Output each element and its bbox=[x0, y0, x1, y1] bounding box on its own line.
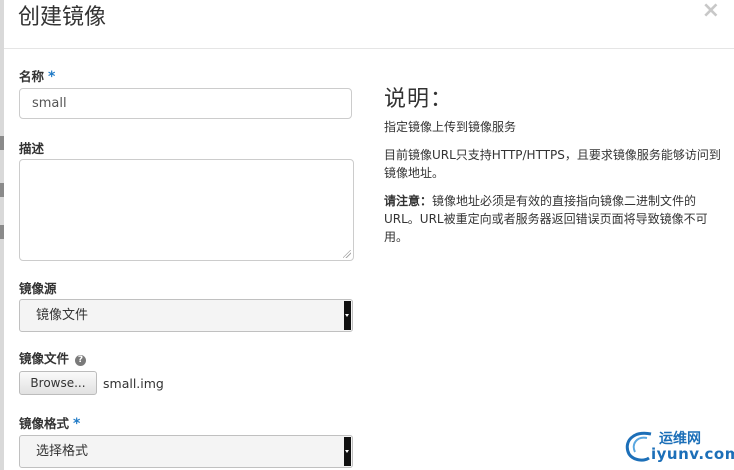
description-text: 指定镜像上传到镜像服务 bbox=[384, 120, 517, 134]
modal-header: 创建镜像 × bbox=[4, 0, 734, 49]
dropdown-arrow-icon bbox=[344, 437, 351, 466]
description-note: 请注意：镜像地址必须是有效的直接指向镜像二进制文件的URL。URL被重定向或者服… bbox=[384, 192, 724, 246]
image-source-select[interactable]: 镜像文件 bbox=[19, 299, 353, 332]
image-format-label: 镜像格式 * bbox=[19, 416, 81, 432]
description-text: 目前镜像URL只支持HTTP/HTTPS，且要求镜像服务能够访问到镜像地址。 bbox=[384, 148, 721, 180]
note-text: 镜像地址必须是有效的直接指向镜像二进制文件的URL。URL被重定向或者服务器返回… bbox=[384, 194, 708, 244]
resize-grip-icon[interactable] bbox=[343, 250, 351, 258]
required-marker: * bbox=[48, 69, 56, 85]
image-source-label: 镜像源 bbox=[19, 281, 57, 296]
modal-title: 创建镜像 bbox=[18, 5, 107, 30]
description-title: 说明： bbox=[384, 87, 454, 112]
description-label: 描述 bbox=[19, 141, 45, 156]
close-icon[interactable]: × bbox=[702, 0, 720, 24]
watermark-domain: iyunv.com bbox=[651, 445, 734, 463]
name-input[interactable] bbox=[19, 88, 352, 119]
background-edge-mark bbox=[0, 183, 4, 197]
name-label: 名称 * bbox=[19, 69, 56, 85]
background-edge-mark bbox=[0, 136, 4, 150]
image-source-value: 镜像文件 bbox=[36, 308, 89, 323]
image-format-select[interactable]: 选择格式 bbox=[19, 435, 353, 468]
selected-file-name: small.img bbox=[103, 376, 164, 391]
background-edge-mark bbox=[0, 225, 4, 239]
note-label: 请注意： bbox=[384, 194, 433, 208]
background-page-edge bbox=[0, 0, 4, 470]
description-textarea[interactable] bbox=[19, 159, 354, 261]
dropdown-arrow-icon bbox=[344, 301, 351, 330]
required-marker: * bbox=[73, 416, 81, 432]
watermark: 运维网 iyunv.com bbox=[621, 426, 734, 464]
image-file-label: 镜像文件? bbox=[19, 348, 87, 367]
help-icon[interactable]: ? bbox=[75, 355, 87, 366]
browse-button[interactable]: Browse... bbox=[19, 371, 97, 395]
image-format-value: 选择格式 bbox=[36, 444, 89, 459]
